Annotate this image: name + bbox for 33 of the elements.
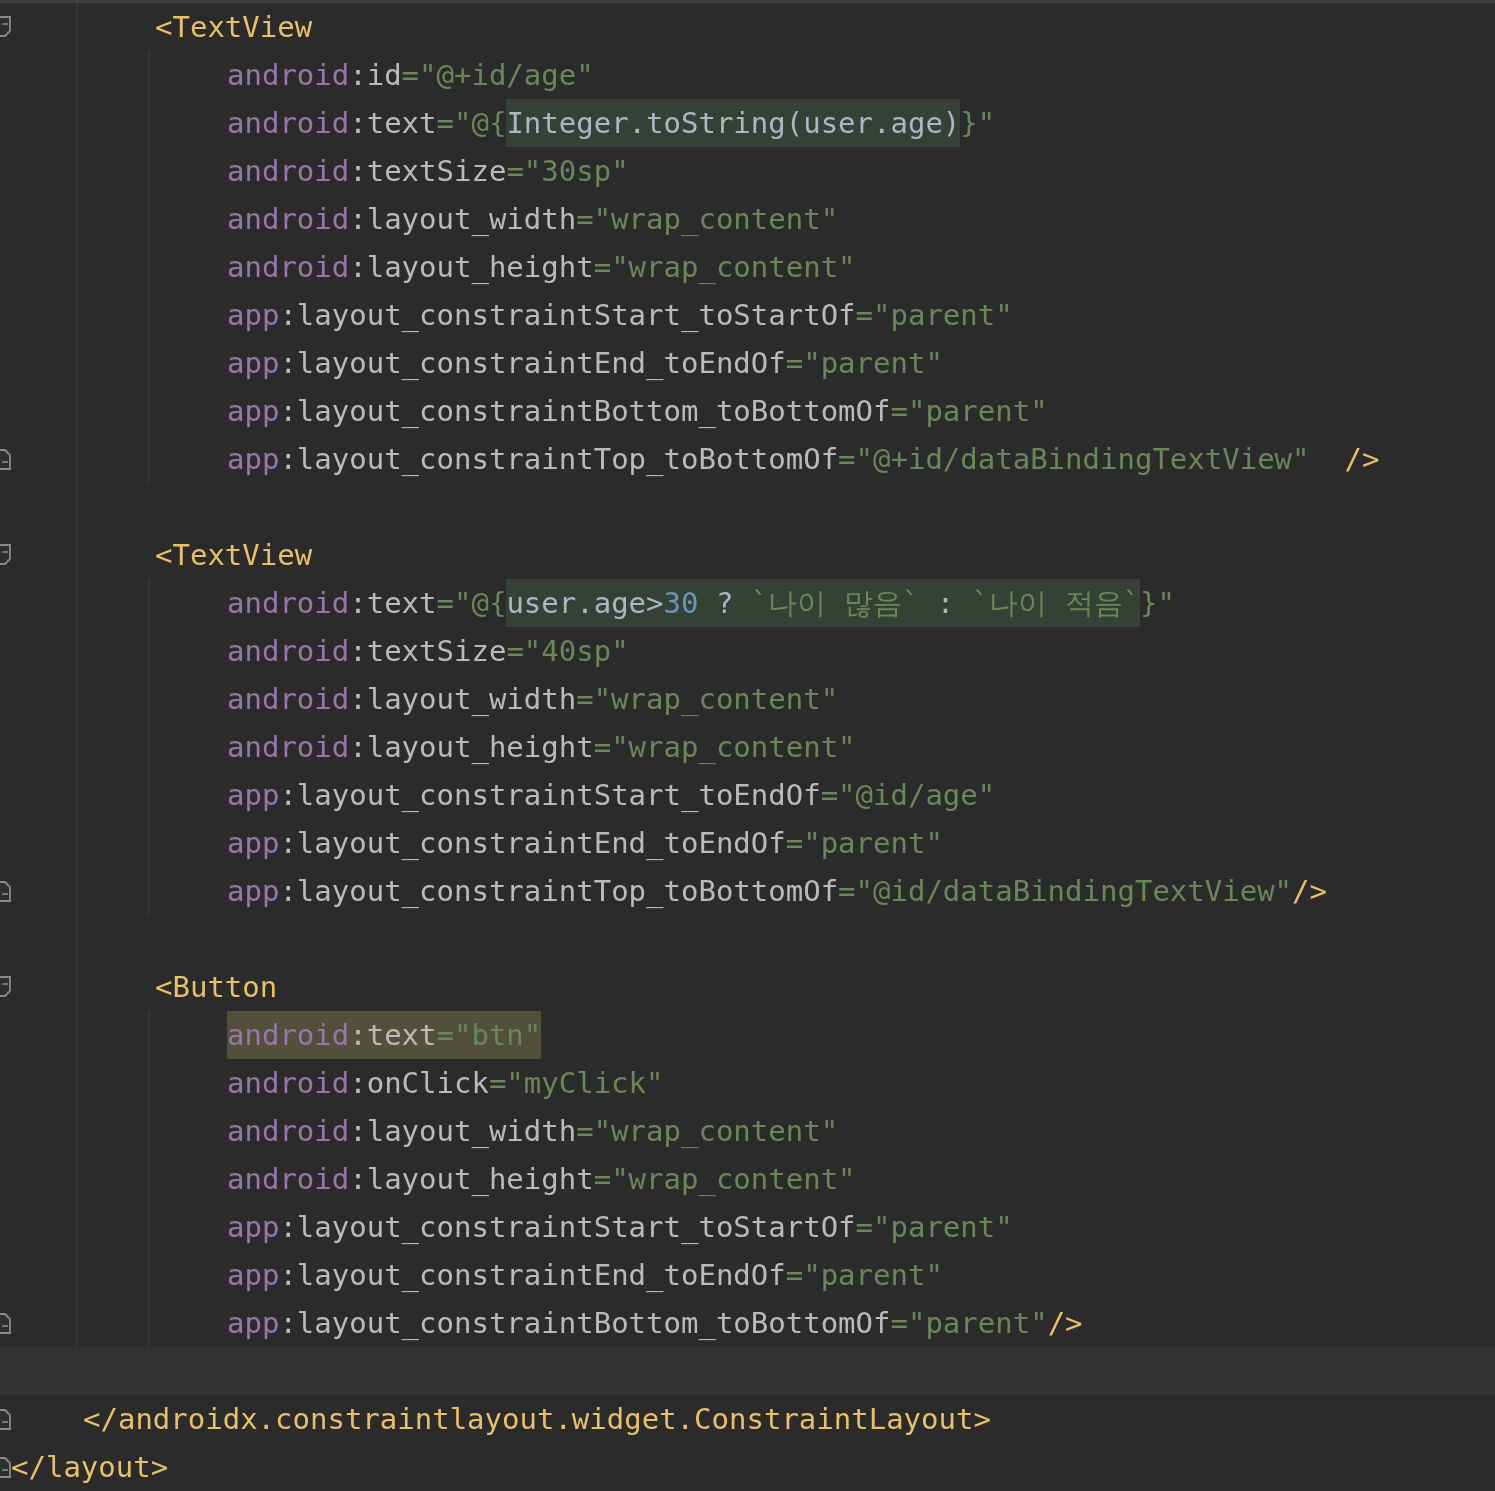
code-line: app:layout_constraintStart_toStartOf="parent" — [227, 297, 1013, 334]
code-line: app:layout_constraintBottom_toBottomOf="parent"/> — [227, 1305, 1083, 1342]
code-line: android:layout_height="wrap_content" — [227, 1161, 856, 1198]
fold-marker-icon[interactable] — [0, 448, 11, 470]
code-line: <TextView — [155, 537, 313, 574]
fold-marker-icon[interactable] — [0, 1456, 11, 1478]
fold-marker-icon[interactable] — [0, 880, 11, 902]
fold-marker-icon[interactable] — [0, 1312, 11, 1334]
code-line: app:layout_constraintStart_toStartOf="parent" — [227, 1209, 1013, 1246]
code-line: app:layout_constraintEnd_toEndOf="parent" — [227, 345, 943, 382]
code-line: android:textSize="30sp" — [227, 153, 629, 190]
code-line: app:layout_constraintStart_toEndOf="@id/age" — [227, 777, 996, 814]
code-line: android:layout_width="wrap_content" — [227, 681, 839, 718]
code-line: <Button — [155, 969, 278, 1006]
code-line: android:layout_width="wrap_content" — [227, 201, 839, 238]
code-line: </androidx.constraintlayout.widget.ConstraintLayout> — [83, 1401, 991, 1438]
code-line: android:onClick="myClick" — [227, 1065, 664, 1102]
fold-marker-icon[interactable] — [0, 976, 11, 998]
fold-marker-icon[interactable] — [0, 16, 11, 38]
fold-marker-icon[interactable] — [0, 544, 11, 566]
code-line: android:id="@+id/age" — [227, 57, 594, 94]
code-line: app:layout_constraintTop_toBottomOf="@id/dataBindingTextView"/> — [227, 873, 1327, 910]
code-line: android:layout_width="wrap_content" — [227, 1113, 839, 1150]
code-line: app:layout_constraintEnd_toEndOf="parent" — [227, 1257, 943, 1294]
code-line: app:layout_constraintBottom_toBottomOf="parent" — [227, 393, 1048, 430]
code-line: android:layout_height="wrap_content" — [227, 249, 856, 286]
code-line: app:layout_constraintTop_toBottomOf="@+id/dataBindingTextView" /> — [227, 441, 1380, 478]
code-line: </layout> — [11, 1449, 169, 1486]
code-line: <TextView — [155, 9, 313, 46]
code-line: android:layout_height="wrap_content" — [227, 729, 856, 766]
fold-marker-icon[interactable] — [0, 1408, 11, 1430]
code-line: android:textSize="40sp" — [227, 633, 629, 670]
code-line: app:layout_constraintEnd_toEndOf="parent" — [227, 825, 943, 862]
